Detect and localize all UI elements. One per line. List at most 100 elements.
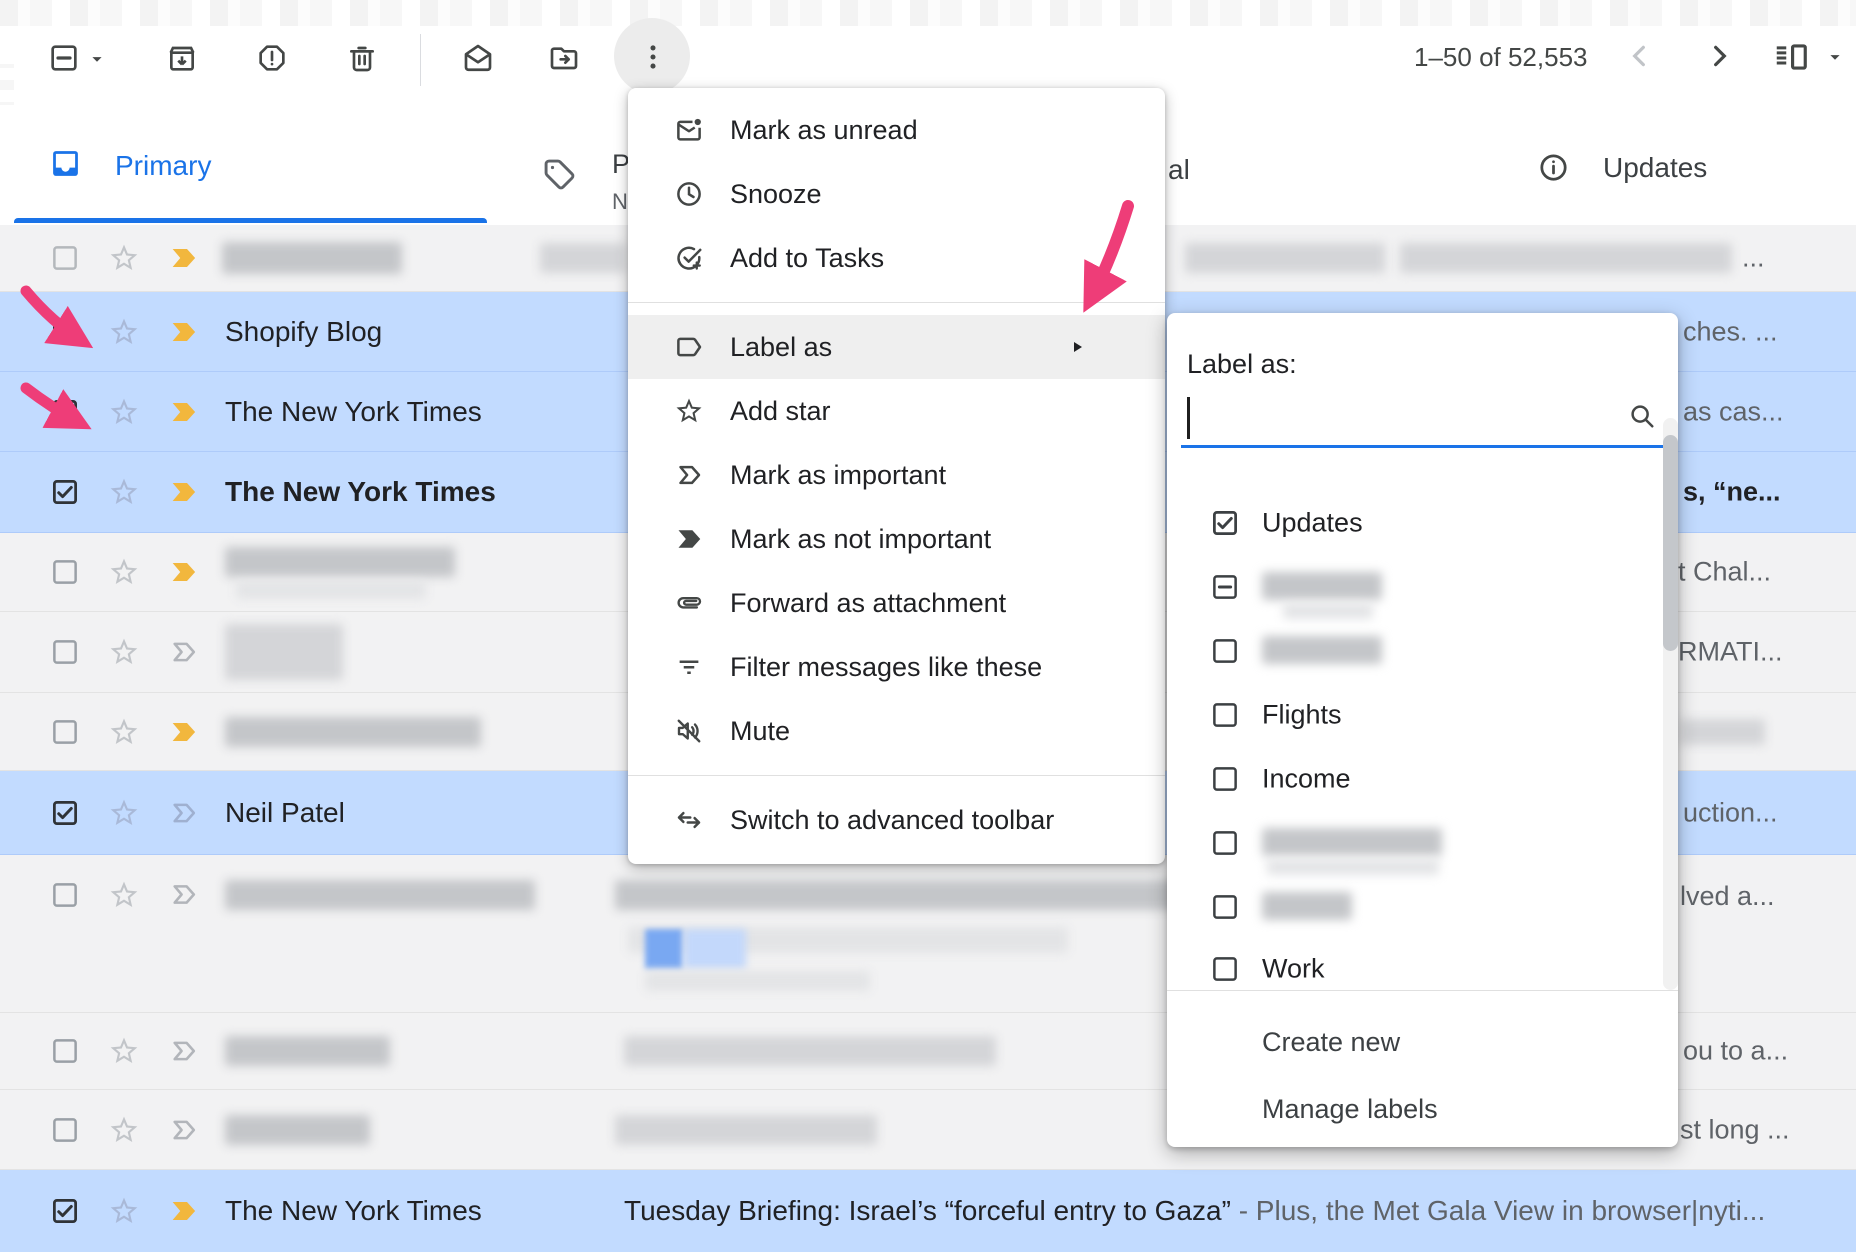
- row-checkbox[interactable]: [50, 637, 80, 667]
- star-icon[interactable]: [108, 636, 140, 668]
- blurred-sender-line2: [236, 581, 426, 599]
- row-checkbox-checked[interactable]: [50, 798, 80, 828]
- newer-page-button[interactable]: [1624, 40, 1656, 72]
- importance-marker-on[interactable]: [168, 477, 199, 508]
- row-checkbox[interactable]: [50, 1036, 80, 1066]
- row-checkbox-checked[interactable]: [50, 1196, 80, 1226]
- move-to-button[interactable]: [548, 42, 580, 74]
- older-page-button[interactable]: [1703, 40, 1735, 72]
- tab-updates[interactable]: Updates: [1500, 105, 1780, 218]
- star-icon[interactable]: [108, 396, 140, 428]
- label-option-work[interactable]: Work: [1167, 937, 1678, 990]
- row-checkbox[interactable]: [50, 717, 80, 747]
- label-option-updates[interactable]: Updates: [1167, 491, 1678, 555]
- menu-item-snooze[interactable]: Snooze: [628, 162, 1165, 226]
- email-snippet: - Plus, the Met Gala View in browser|nyt…: [1231, 1195, 1765, 1226]
- popup-scrollbar-thumb[interactable]: [1663, 435, 1678, 651]
- menu-item-label: Filter messages like these: [730, 652, 1042, 683]
- importance-marker-on[interactable]: [168, 1196, 199, 1227]
- tab-primary[interactable]: Primary: [0, 105, 487, 218]
- star-icon[interactable]: [108, 1114, 140, 1146]
- label-option-blurred-4[interactable]: [1167, 875, 1678, 939]
- blurred-label-name: [1262, 892, 1352, 920]
- importance-marker-on[interactable]: [168, 716, 199, 747]
- mute-icon: [674, 716, 704, 746]
- label-search-input[interactable]: [1181, 393, 1667, 445]
- menu-item-label: Mute: [730, 716, 790, 747]
- menu-item-label: Add star: [730, 396, 831, 427]
- split-pane-dropdown-icon[interactable]: [1824, 46, 1846, 68]
- menu-item-switch-toolbar[interactable]: Switch to advanced toolbar: [628, 788, 1165, 852]
- label-name: Income: [1262, 764, 1351, 795]
- star-icon[interactable]: [108, 879, 140, 911]
- importance-marker-off[interactable]: [168, 797, 199, 828]
- info-icon: [1537, 151, 1570, 184]
- menu-item-filter-messages[interactable]: Filter messages like these: [628, 635, 1165, 699]
- menu-item-forward-as-attachment[interactable]: Forward as attachment: [628, 571, 1165, 635]
- checkbox-empty-icon: [1210, 764, 1240, 794]
- mark-as-read-button[interactable]: [462, 42, 494, 74]
- manage-labels-button[interactable]: Manage labels: [1262, 1094, 1438, 1125]
- star-icon[interactable]: [108, 1195, 140, 1227]
- menu-item-add-to-tasks[interactable]: Add to Tasks: [628, 226, 1165, 290]
- select-all-checkbox[interactable]: [48, 42, 80, 74]
- menu-item-add-star[interactable]: Add star: [628, 379, 1165, 443]
- submenu-arrow-icon: [1065, 335, 1089, 359]
- row-checkbox[interactable]: [50, 880, 80, 910]
- star-icon[interactable]: [108, 316, 140, 348]
- star-icon[interactable]: [108, 797, 140, 829]
- menu-item-label-as[interactable]: Label as: [628, 315, 1165, 379]
- pagination-label: 1–50 of 52,553: [1414, 42, 1588, 73]
- menu-item-mute[interactable]: Mute: [628, 699, 1165, 763]
- menu-item-mark-as-not-important[interactable]: Mark as not important: [628, 507, 1165, 571]
- menu-item-mark-as-unread[interactable]: Mark as unread: [628, 98, 1165, 162]
- label-option-blurred-1[interactable]: [1167, 555, 1678, 619]
- delete-button[interactable]: [346, 42, 378, 74]
- split-pane-button[interactable]: [1772, 38, 1810, 76]
- more-options-button[interactable]: [637, 41, 669, 73]
- row-checkbox-checked[interactable]: [50, 397, 80, 427]
- tag-icon: [542, 157, 577, 192]
- row-checkbox-checked[interactable]: [50, 317, 80, 347]
- blurred-sender: [225, 880, 535, 910]
- importance-marker-off[interactable]: [168, 879, 199, 910]
- importance-marker-off[interactable]: [168, 637, 199, 668]
- importance-marker-on[interactable]: [168, 243, 199, 274]
- importance-marker-on[interactable]: [168, 316, 199, 347]
- blurred-label-line2: [1283, 603, 1373, 619]
- blurred-attachment-thumb: [645, 929, 683, 969]
- star-icon[interactable]: [108, 556, 140, 588]
- label-as-popup: Label as: Updates Flights: [1167, 313, 1678, 1147]
- row-checkbox[interactable]: [50, 557, 80, 587]
- importance-marker-off[interactable]: [168, 1036, 199, 1067]
- text-cursor: [1187, 397, 1190, 439]
- label-option-income[interactable]: Income: [1167, 747, 1678, 811]
- menu-item-mark-as-important[interactable]: Mark as important: [628, 443, 1165, 507]
- star-icon[interactable]: [108, 716, 140, 748]
- importance-marker-on[interactable]: [168, 557, 199, 588]
- blurred-sender: [225, 547, 455, 577]
- blurred-subject: [615, 880, 1185, 910]
- email-row-12[interactable]: The New York Times Tuesday Briefing: Isr…: [0, 1170, 1856, 1252]
- row-checkbox[interactable]: [50, 243, 80, 273]
- sender-name: The New York Times: [225, 476, 496, 508]
- star-icon[interactable]: [108, 242, 140, 274]
- row-checkbox-checked[interactable]: [50, 477, 80, 507]
- blurred-sender: [225, 717, 481, 747]
- archive-button[interactable]: [166, 42, 198, 74]
- create-new-label-button[interactable]: Create new: [1262, 1027, 1400, 1058]
- blurred-label-name: [1262, 828, 1442, 856]
- row-checkbox[interactable]: [50, 1115, 80, 1145]
- star-icon[interactable]: [108, 1035, 140, 1067]
- tab-social-label-fragment[interactable]: al: [1168, 154, 1190, 186]
- tab-promotions[interactable]: P N: [520, 105, 640, 218]
- star-icon[interactable]: [108, 476, 140, 508]
- importance-marker-on[interactable]: [168, 396, 199, 427]
- report-spam-button[interactable]: [256, 42, 288, 74]
- label-option-blurred-2[interactable]: [1167, 619, 1678, 683]
- importance-marker-off[interactable]: [168, 1114, 199, 1145]
- label-option-blurred-3[interactable]: [1167, 811, 1678, 875]
- label-option-flights[interactable]: Flights: [1167, 683, 1678, 747]
- inbox-icon: [49, 147, 82, 180]
- select-dropdown-icon[interactable]: [86, 48, 108, 70]
